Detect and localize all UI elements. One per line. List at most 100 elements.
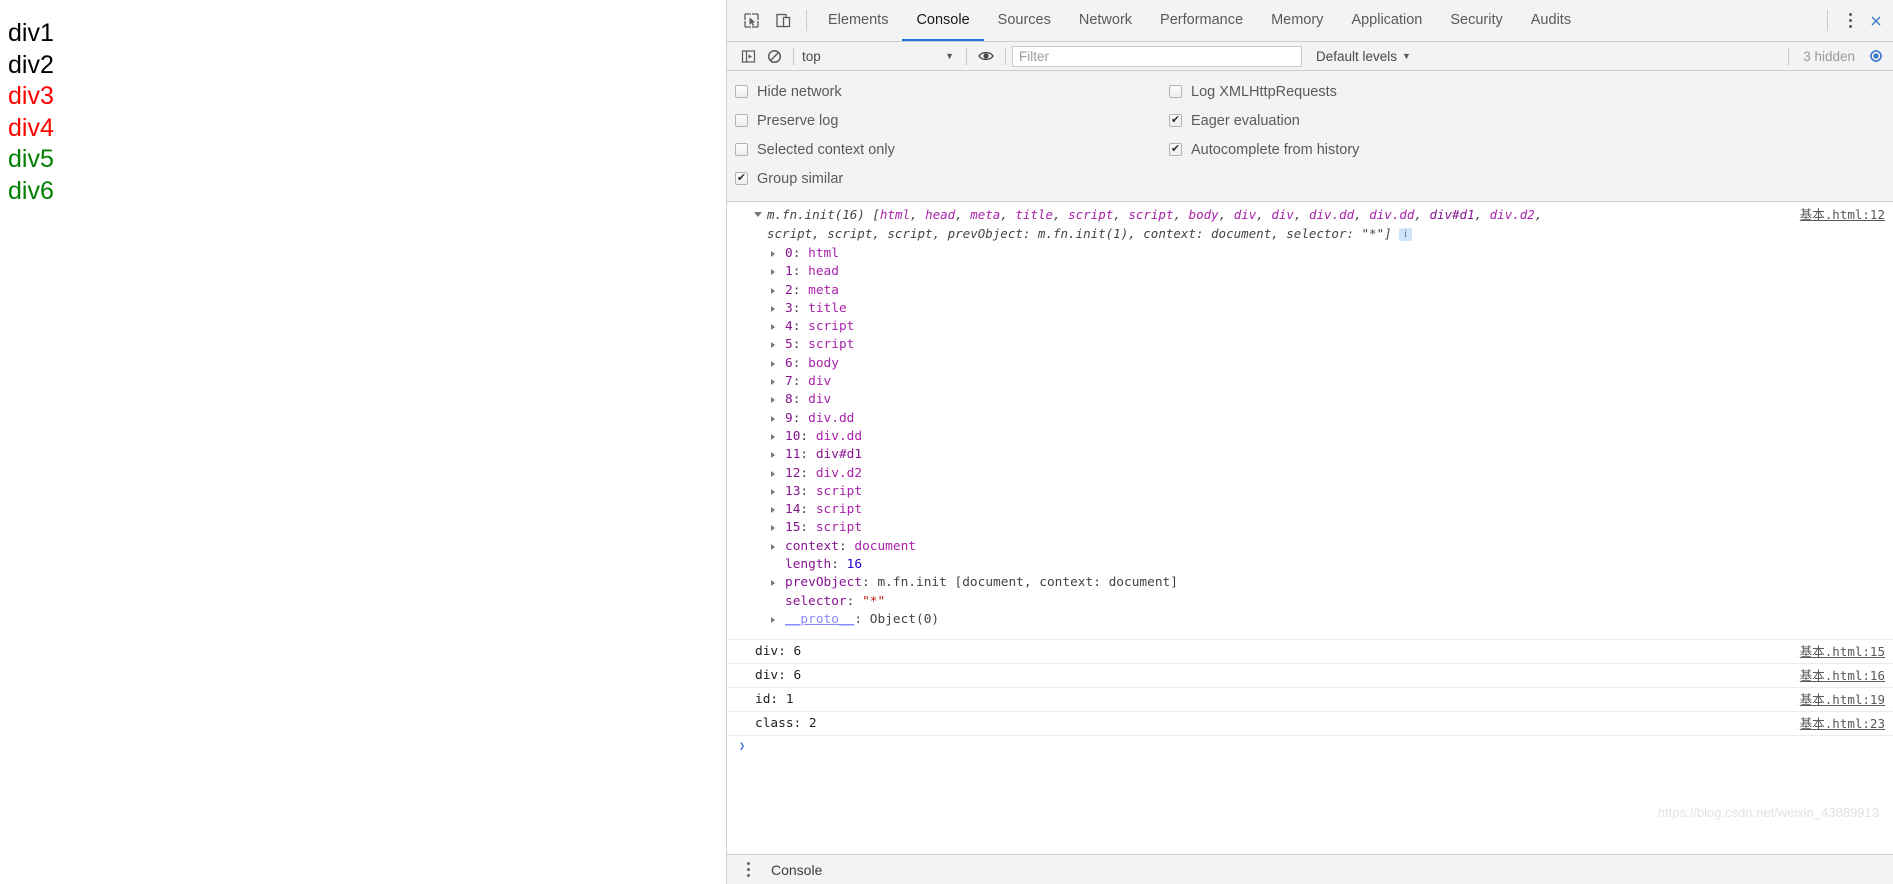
- checkbox-selected-context-only[interactable]: [735, 143, 748, 156]
- source-link-group[interactable]: 基本.html:12: [1800, 204, 1885, 223]
- property-row-4[interactable]: 4: script: [727, 318, 1893, 336]
- filter-input[interactable]: Filter: [1012, 45, 1302, 67]
- live-expression-icon[interactable]: [973, 43, 999, 69]
- setting-preserve-log[interactable]: Preserve log: [735, 106, 1167, 135]
- property-row-11[interactable]: 11: div#d1: [727, 446, 1893, 464]
- expand-arrow-icon-6[interactable]: [771, 360, 775, 367]
- tab-sources[interactable]: Sources: [984, 0, 1065, 41]
- expand-arrow-icon-1[interactable]: [771, 269, 775, 276]
- console-prompt-row[interactable]: ❯: [727, 736, 1893, 758]
- checkbox-eager-evaluation[interactable]: [1169, 114, 1182, 127]
- tab-memory[interactable]: Memory: [1257, 0, 1337, 41]
- property-row-10[interactable]: 10: div.dd: [727, 428, 1893, 446]
- tabstrip-actions: [1820, 0, 1887, 41]
- tab-audits[interactable]: Audits: [1517, 0, 1585, 41]
- execution-context-select[interactable]: top ▼: [800, 49, 960, 64]
- property-row-8[interactable]: 8: div: [727, 391, 1893, 409]
- expand-arrow-icon-7[interactable]: [771, 379, 775, 386]
- tab-network[interactable]: Network: [1065, 0, 1146, 41]
- preview-item-9: div.dd: [1309, 207, 1355, 222]
- execution-context-value: top: [802, 48, 821, 64]
- page-div-3: div3: [8, 82, 54, 110]
- settings-gear-icon[interactable]: [1863, 43, 1889, 69]
- clear-console-icon[interactable]: [761, 43, 787, 69]
- setting-log-xhr[interactable]: Log XMLHttpRequests: [1169, 77, 1359, 106]
- expand-arrow-icon-4[interactable]: [771, 324, 775, 331]
- device-toolbar-icon[interactable]: [767, 0, 799, 41]
- setting-selected-context-only[interactable]: Selected context only: [735, 135, 1167, 164]
- console-log-area[interactable]: m.fn.init(16) [html, head, meta, title, …: [727, 202, 1893, 854]
- checkbox-group-similar[interactable]: [735, 172, 748, 185]
- object-preview-prefix: m.fn.init(16) [: [767, 207, 880, 222]
- checkbox-log-xhr[interactable]: [1169, 85, 1182, 98]
- property-row-6[interactable]: 6: body: [727, 355, 1893, 373]
- tab-security[interactable]: Security: [1436, 0, 1516, 41]
- page-div-4: div4: [8, 113, 54, 142]
- tab-elements[interactable]: Elements: [814, 0, 902, 41]
- property-row-1[interactable]: 1: head: [727, 263, 1893, 281]
- preview-item-10: div.dd: [1369, 207, 1415, 222]
- property-row-0[interactable]: 0: html: [727, 245, 1893, 263]
- tab-performance[interactable]: Performance: [1146, 0, 1257, 41]
- property-row-2[interactable]: 2: meta: [727, 282, 1893, 300]
- source-link-3[interactable]: 基本.html:19: [1800, 692, 1885, 707]
- inspect-element-icon[interactable]: [735, 0, 767, 41]
- property-row-13[interactable]: 13: script: [727, 483, 1893, 501]
- property-index-1: 1: [785, 264, 793, 280]
- expand-arrow-icon-5[interactable]: [771, 342, 775, 349]
- tab-console[interactable]: Console: [902, 0, 984, 41]
- expand-arrow-icon-9[interactable]: [771, 415, 775, 422]
- property-row-7[interactable]: 7: div: [727, 373, 1893, 391]
- setting-group-similar[interactable]: Group similar: [735, 164, 1167, 193]
- preview-item-8: div: [1271, 207, 1294, 222]
- property-row-3[interactable]: 3: title: [727, 300, 1893, 318]
- expand-arrow-icon-13[interactable]: [771, 488, 775, 495]
- setting-label-hide-network: Hide network: [757, 83, 842, 100]
- expand-arrow-icon-0[interactable]: [771, 251, 775, 257]
- expand-arrow-icon-context[interactable]: [771, 543, 775, 550]
- console-sidebar-icon[interactable]: [735, 43, 761, 69]
- info-badge-icon[interactable]: i: [1399, 227, 1413, 241]
- expand-arrow-icon-14[interactable]: [771, 507, 775, 514]
- property-row-5[interactable]: 5: script: [727, 336, 1893, 354]
- expand-arrow-icon-2[interactable]: [771, 287, 775, 294]
- setting-hide-network[interactable]: Hide network: [735, 77, 1167, 106]
- source-link-2[interactable]: 基本.html:16: [1800, 668, 1885, 683]
- expand-arrow-icon-8[interactable]: [771, 397, 775, 404]
- expand-arrow-icon-11[interactable]: [771, 452, 775, 459]
- property-row-context[interactable]: context: document: [727, 538, 1893, 556]
- close-devtools-icon[interactable]: [1865, 0, 1887, 41]
- prompt-caret-icon: ❯: [739, 741, 746, 753]
- source-link-1[interactable]: 基本.html:15: [1800, 644, 1885, 659]
- property-row-prevobject[interactable]: prevObject: m.fn.init [document, context…: [727, 574, 1893, 592]
- property-row-9[interactable]: 9: div.dd: [727, 410, 1893, 428]
- drawer-menu-icon[interactable]: [735, 862, 761, 877]
- property-index-12: 12: [785, 465, 801, 481]
- property-row-proto[interactable]: __proto__: Object(0): [727, 611, 1893, 629]
- property-row-15[interactable]: 15: script: [727, 519, 1893, 537]
- property-row-12[interactable]: 12: div.d2: [727, 465, 1893, 483]
- devtools-tabstrip: Elements Console Sources Network Perform…: [727, 0, 1893, 42]
- chevron-down-icon-levels: ▼: [1402, 51, 1411, 61]
- checkbox-preserve-log[interactable]: [735, 114, 748, 127]
- log-levels-select[interactable]: Default levels ▼: [1316, 49, 1411, 64]
- expand-arrow-icon-proto[interactable]: [771, 616, 775, 623]
- expand-arrow-icon-3[interactable]: [771, 305, 775, 312]
- property-value-8: div: [808, 392, 832, 408]
- property-value-5: script: [808, 337, 855, 353]
- kebab-menu-icon[interactable]: [1835, 0, 1865, 41]
- expand-arrow-icon-12[interactable]: [771, 470, 775, 477]
- expand-arrow-icon-10[interactable]: [771, 433, 775, 440]
- property-row-14[interactable]: 14: script: [727, 501, 1893, 519]
- expand-arrow-icon-prevobject[interactable]: [771, 580, 775, 587]
- source-link-4[interactable]: 基本.html:23: [1800, 716, 1885, 731]
- tab-application[interactable]: Application: [1337, 0, 1436, 41]
- checkbox-hide-network[interactable]: [735, 85, 748, 98]
- console-filterbar: top ▼ Filter Default levels ▼ 3 hidden: [727, 42, 1893, 71]
- property-index-14: 14: [785, 502, 801, 518]
- expand-arrow-icon-15[interactable]: [771, 525, 775, 532]
- setting-autocomplete-history[interactable]: Autocomplete from history: [1169, 135, 1359, 164]
- drawer-tab-console[interactable]: Console: [761, 862, 832, 878]
- checkbox-autocomplete-history[interactable]: [1169, 143, 1182, 156]
- setting-eager-evaluation[interactable]: Eager evaluation: [1169, 106, 1359, 135]
